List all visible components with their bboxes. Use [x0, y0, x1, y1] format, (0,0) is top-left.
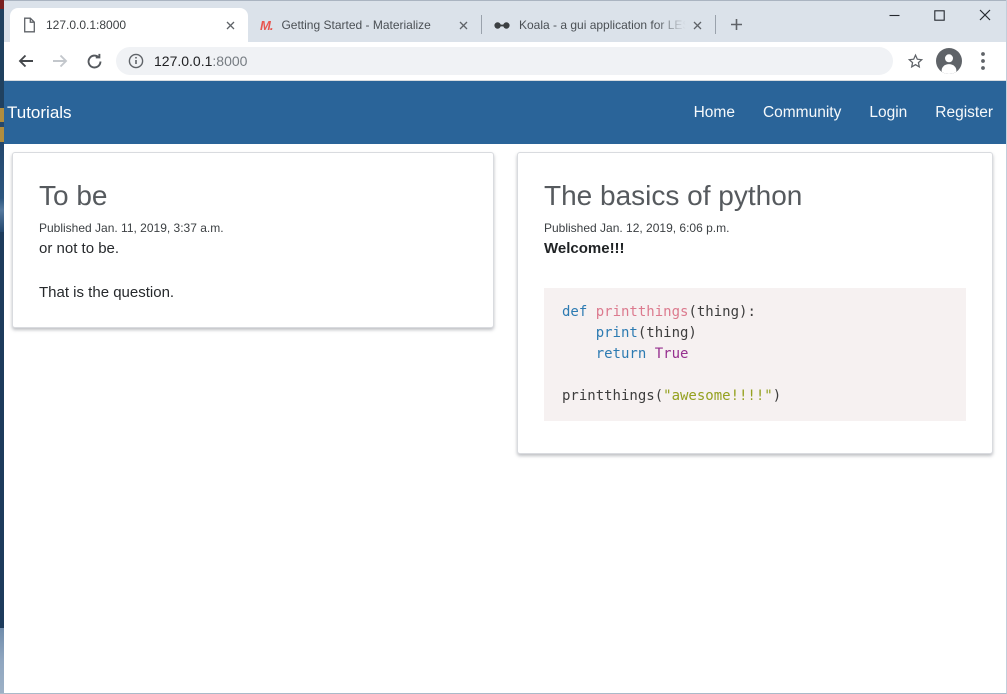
close-window-icon[interactable] [962, 0, 1007, 30]
star-icon[interactable] [901, 47, 929, 75]
close-tab-icon[interactable] [689, 17, 706, 34]
nav-link-community[interactable]: Community [763, 104, 841, 122]
post-title: To be [39, 181, 467, 212]
materialize-icon: M. [260, 18, 272, 33]
background-window-sliver [0, 0, 4, 694]
post-card-python: The basics of python Published Jan. 12, … [517, 152, 993, 454]
nav-link-register[interactable]: Register [935, 104, 993, 122]
new-tab-button[interactable] [722, 10, 750, 38]
nav-link-home[interactable]: Home [694, 104, 735, 122]
post-intro: Welcome!!! [544, 240, 966, 257]
tab-title: Koala - a gui application for LESS [519, 18, 689, 32]
post-published: Published Jan. 11, 2019, 3:37 a.m. [39, 221, 467, 235]
navbar-brand[interactable]: Tutorials [7, 103, 72, 123]
tab-localhost[interactable]: 127.0.0.1:8000 [10, 8, 248, 42]
maximize-icon[interactable] [917, 0, 962, 30]
url-host: 127.0.0.1 [154, 53, 212, 69]
minimize-icon[interactable] [872, 0, 917, 30]
koala-icon [494, 20, 510, 31]
tab-title: Getting Started - Materialize [281, 18, 455, 32]
browser-window: 127.0.0.1:8000 M. Getting Started - Mate… [0, 0, 1007, 694]
browser-toolbar: 127.0.0.1:8000 [4, 42, 1007, 81]
menu-dots-icon[interactable] [969, 47, 997, 75]
nav-link-login[interactable]: Login [869, 104, 907, 122]
post-paragraph: That is the question. [39, 284, 467, 301]
navbar-links: Home Community Login Register [694, 104, 993, 122]
forward-icon[interactable] [46, 47, 74, 75]
profile-icon[interactable] [935, 47, 963, 75]
page-content: To be Published Jan. 11, 2019, 3:37 a.m.… [4, 144, 1007, 454]
code-block: def printthings(thing): print(thing) ret… [544, 288, 966, 421]
tab-title: 127.0.0.1:8000 [46, 18, 222, 32]
post-paragraph: or not to be. [39, 240, 467, 257]
tab-strip: 127.0.0.1:8000 M. Getting Started - Mate… [4, 0, 1007, 42]
window-controls [872, 0, 1007, 30]
close-tab-icon[interactable] [222, 17, 239, 34]
post-title: The basics of python [544, 181, 966, 212]
tab-separator [715, 15, 716, 34]
address-bar[interactable]: 127.0.0.1:8000 [116, 47, 893, 75]
info-icon[interactable] [128, 53, 144, 69]
document-icon [22, 17, 37, 33]
reload-icon[interactable] [80, 47, 108, 75]
tab-materialize[interactable]: M. Getting Started - Materialize [248, 8, 481, 42]
close-tab-icon[interactable] [455, 17, 472, 34]
url-text: 127.0.0.1:8000 [154, 53, 247, 69]
tab-koala[interactable]: Koala - a gui application for LESS [482, 8, 715, 42]
site-navbar: Tutorials Home Community Login Register [4, 81, 1007, 144]
back-icon[interactable] [12, 47, 40, 75]
url-port: :8000 [212, 53, 247, 69]
post-card-to-be: To be Published Jan. 11, 2019, 3:37 a.m.… [12, 152, 494, 328]
post-published: Published Jan. 12, 2019, 6:06 p.m. [544, 221, 966, 235]
post-body: or not to be. That is the question. [39, 240, 467, 301]
